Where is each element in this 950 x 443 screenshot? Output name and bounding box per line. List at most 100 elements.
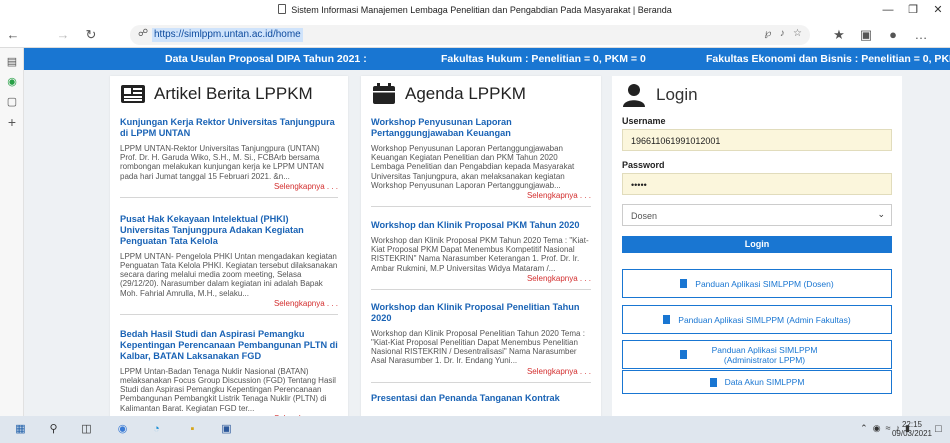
agenda-header: Agenda LPPKM [361, 76, 601, 109]
forward-icon[interactable]: → [54, 26, 72, 44]
site-tab-icon[interactable]: ◉ [4, 74, 20, 90]
more-menu-icon[interactable]: … [912, 26, 930, 44]
window-title-bar: Sistem Informasi Manajemen Lembaga Penel… [0, 0, 950, 22]
divider [371, 288, 591, 290]
article-item: Kunjungan Kerja Rektor Universitas Tanju… [120, 117, 338, 198]
chevron-up-icon[interactable]: ⌃ [860, 423, 868, 433]
guide-label: Panduan Aplikasi SIMLPPM (Admin Fakultas… [678, 314, 851, 325]
page-tab-icon[interactable]: ▢ [4, 94, 20, 110]
minimize-icon[interactable]: — [878, 2, 898, 18]
guide-label: Data Akun SIMLPPM [724, 377, 805, 387]
maximize-icon[interactable]: ❐ [903, 2, 923, 18]
agenda-title-link[interactable]: Workshop Penyusunan Laporan Pertanggungj… [371, 117, 591, 139]
wifi-icon[interactable]: ≈ [886, 423, 891, 433]
calendar-icon [373, 83, 395, 104]
login-card: Login Username 196611061991012001 Passwo… [612, 76, 902, 416]
read-more-link[interactable]: Selengkapnya . . . [371, 274, 591, 283]
agenda-title-link[interactable]: Workshop dan Klinik Proposal PKM Tahun 2… [371, 220, 591, 231]
agenda-title-link[interactable]: Presentasi dan Penanda Tanganan Kontrak [371, 393, 591, 404]
ticker-item: Fakultas Ekonomi dan Bisnis : Penelitian… [706, 53, 950, 65]
agenda-title-link[interactable]: Workshop dan Klinik Proposal Penelitian … [371, 302, 591, 324]
url-text[interactable]: https://simlppm.untan.ac.id/home [152, 28, 303, 42]
document-icon [709, 377, 717, 387]
user-icon [623, 84, 645, 107]
address-bar[interactable]: ☍ https://simlppm.untan.ac.id/home ℘ ♪ ☆ [130, 25, 810, 45]
data-akun-button[interactable]: Data Akun SIMLPPM [622, 370, 892, 394]
window-title: Sistem Informasi Manajemen Lembaga Penel… [0, 4, 950, 15]
password-input[interactable]: ••••• [622, 173, 892, 195]
back-icon[interactable]: ← [4, 26, 22, 44]
article-title-link[interactable]: Pusat Hak Kekayaan Intelektual (PHKI) Un… [120, 214, 338, 247]
article-excerpt: LPPM Untan-Badan Tenaga Nuklir Nasional … [120, 366, 336, 413]
article-excerpt: LPPM UNTAN-Rektor Universitas Tanjungpur… [120, 144, 324, 181]
tab-actions-icon[interactable]: ▤ [4, 54, 20, 70]
proposal-ticker: Data Usulan Proposal DIPA Tahun 2021 : F… [24, 48, 950, 70]
notification-icon[interactable]: □ [930, 421, 947, 438]
guide-label: Panduan Aplikasi SIMLPPM (Administrator … [711, 344, 818, 365]
word-icon[interactable]: ▣ [218, 421, 235, 438]
new-tab-icon[interactable]: + [4, 114, 20, 130]
profile-icon[interactable]: ● [884, 26, 902, 44]
edge-browser-icon[interactable]: ◔ [148, 421, 165, 438]
network-icon[interactable]: ◉ [873, 423, 881, 433]
guide-admin-fakultas-button[interactable]: Panduan Aplikasi SIMLPPM (Admin Fakultas… [622, 305, 892, 334]
lock-icon: ☍ [138, 28, 149, 39]
search-icon[interactable]: ⚲ [45, 421, 62, 438]
clock-date: 09/03/2021 [891, 429, 932, 438]
divider [120, 196, 338, 198]
page-icon [278, 4, 287, 14]
newspaper-icon [121, 85, 145, 103]
task-view-icon[interactable]: ◫ [78, 421, 95, 438]
agenda-card: Agenda LPPKM Workshop Penyusunan Laporan… [361, 76, 601, 416]
login-header: Login [612, 76, 902, 111]
read-more-link[interactable]: Selengkapnya . . . [371, 191, 591, 200]
ticker-item: Fakultas Hukum : Penelitian = 0, PKM = 0 [441, 53, 646, 65]
read-more-link[interactable]: Selengkapnya . . . [371, 367, 591, 376]
browser-vertical-tabs: ▤ ◉ ▢ + [0, 48, 24, 416]
document-icon [663, 315, 671, 324]
collections-icon[interactable]: ▣ [857, 26, 875, 44]
document-icon [680, 279, 688, 288]
agenda-item: Workshop Penyusunan Laporan Pertanggungj… [371, 117, 591, 208]
guide-dosen-button[interactable]: Panduan Aplikasi SIMLPPM (Dosen) [622, 269, 892, 298]
file-explorer-icon[interactable]: ▪ [184, 421, 201, 438]
agenda-title: Agenda LPPKM [405, 84, 526, 103]
refresh-icon[interactable]: ↻ [82, 26, 100, 44]
app-icon[interactable]: ◉ [114, 421, 131, 438]
close-icon[interactable]: ✕ [928, 2, 948, 18]
login-title: Login [656, 85, 698, 104]
favorite-icon[interactable]: ☆ [793, 28, 802, 39]
articles-title: Artikel Berita LPPKM [154, 84, 313, 103]
favorites-bar-icon[interactable]: ★ [830, 26, 848, 44]
divider [120, 313, 338, 315]
key-icon[interactable]: ℘ [764, 28, 771, 39]
windows-start-icon[interactable]: ▦ [12, 421, 29, 438]
taskbar: ▦ ⚲ ◫ ◉ ◔ ▪ ▣ ⌃ ◉ ≈ ♪ ▮ 22:15 09/03/2021… [0, 416, 950, 443]
read-more-link[interactable]: Selengkapnya . . . [120, 182, 338, 191]
article-item: Bedah Hasil Studi dan Aspirasi Pemangku … [120, 329, 338, 416]
divider [371, 206, 591, 208]
clock[interactable]: 22:15 09/03/2021 [892, 420, 932, 438]
role-select-value: Dosen [631, 211, 658, 221]
login-button[interactable]: Login [622, 236, 892, 253]
chevron-down-icon: ⌄ [877, 209, 885, 219]
read-aloud-icon[interactable]: ♪ [780, 28, 785, 39]
article-excerpt: LPPM UNTAN- Pengelola PHKI Untan mengada… [120, 251, 338, 298]
browser-toolbar: ← → ↻ ☍ https://simlppm.untan.ac.id/home… [0, 22, 950, 48]
read-more-link[interactable]: Selengkapnya . . . [120, 299, 338, 308]
article-title-link[interactable]: Kunjungan Kerja Rektor Universitas Tanju… [120, 117, 338, 139]
main-content: Artikel Berita LPPKM Kunjungan Kerja Rek… [24, 70, 950, 416]
password-label: Password [622, 160, 665, 170]
articles-header: Artikel Berita LPPKM [110, 76, 348, 109]
guide-label: Panduan Aplikasi SIMLPPM (Dosen) [695, 278, 834, 289]
agenda-item: Workshop dan Klinik Proposal PKM Tahun 2… [371, 220, 591, 290]
guide-administrator-button[interactable]: Panduan Aplikasi SIMLPPM (Administrator … [622, 340, 892, 369]
article-item: Pusat Hak Kekayaan Intelektual (PHKI) Un… [120, 214, 338, 315]
role-select[interactable]: Dosen ⌄ [622, 204, 892, 226]
agenda-excerpt: Workshop Penyusunan Laporan Pertanggungj… [371, 144, 575, 190]
article-title-link[interactable]: Bedah Hasil Studi dan Aspirasi Pemangku … [120, 329, 338, 362]
username-input[interactable]: 196611061991012001 [622, 129, 892, 151]
ticker-item: Data Usulan Proposal DIPA Tahun 2021 : [165, 53, 367, 65]
document-icon [679, 350, 687, 359]
agenda-excerpt: Workshop dan Klinik Proposal PKM Tahun 2… [371, 236, 589, 273]
